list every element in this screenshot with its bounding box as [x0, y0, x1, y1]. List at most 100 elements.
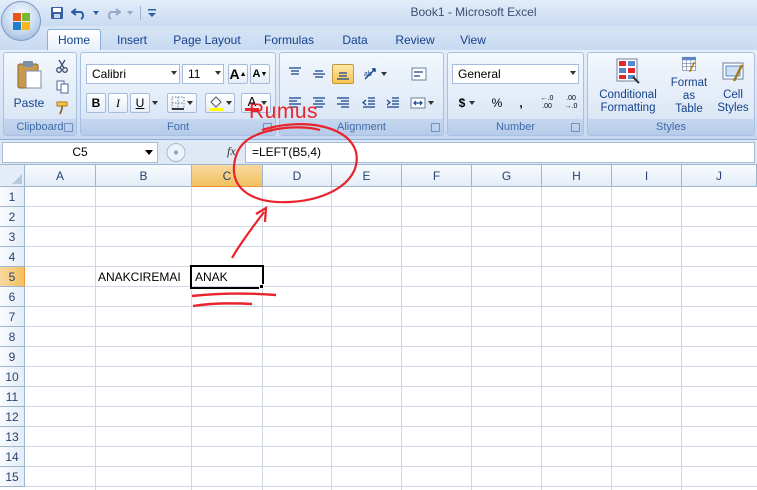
select-all-button[interactable] [0, 165, 25, 187]
bold-button[interactable]: B [86, 93, 106, 113]
orientation-icon[interactable]: ab [360, 64, 390, 84]
cell-c5[interactable]: ANAK [195, 267, 228, 287]
row-header-14[interactable]: 14 [0, 447, 25, 467]
column-header-i[interactable]: I [612, 165, 682, 187]
font-group: Calibri 11 A ▲ A ▼ B I U A Font [80, 52, 276, 136]
name-box[interactable]: C5 [2, 142, 158, 163]
increase-indent-icon[interactable] [382, 93, 404, 113]
alignment-launcher-icon[interactable] [431, 123, 440, 132]
formula-input[interactable]: =LEFT(B5,4) [245, 142, 755, 163]
row-header-10[interactable]: 10 [0, 367, 25, 387]
undo-icon[interactable] [70, 4, 88, 22]
tab-view[interactable]: View [452, 29, 494, 50]
cut-icon[interactable] [52, 56, 72, 76]
gridline [471, 187, 472, 490]
row-header-3[interactable]: 3 [0, 227, 25, 247]
tab-data[interactable]: Data [332, 29, 378, 50]
decrease-indent-icon[interactable] [358, 93, 380, 113]
column-header-h[interactable]: H [542, 165, 612, 187]
row-header-15[interactable]: 15 [0, 467, 25, 487]
gridline [191, 187, 192, 490]
underline-button[interactable]: U [130, 93, 150, 113]
cell-styles-label-2: Styles [717, 102, 749, 114]
column-header-a[interactable]: A [25, 165, 96, 187]
row-header-6[interactable]: 6 [0, 287, 25, 307]
number-format-combo[interactable]: General [452, 64, 579, 84]
tab-page-layout[interactable]: Page Layout [168, 29, 246, 50]
customize-qat-icon[interactable] [147, 4, 157, 22]
redo-dropdown-icon[interactable] [126, 4, 134, 22]
top-align-icon[interactable] [284, 64, 306, 84]
undo-dropdown-icon[interactable] [92, 4, 100, 22]
currency-button[interactable]: $ [452, 93, 482, 113]
ribbon-tabs: Home Insert Page Layout Formulas Data Re… [0, 26, 757, 50]
row-header-4[interactable]: 4 [0, 247, 25, 267]
format-painter-icon[interactable] [52, 98, 72, 118]
row-header-2[interactable]: 2 [0, 207, 25, 227]
increase-decimal-button[interactable]: ←.0 .00 [536, 93, 558, 113]
row-header-8[interactable]: 8 [0, 327, 25, 347]
paste-label: Paste [13, 96, 45, 110]
number-group-label: Number [448, 119, 583, 135]
font-family-combo[interactable]: Calibri [86, 64, 180, 84]
office-button[interactable] [1, 1, 41, 41]
font-launcher-icon[interactable] [263, 123, 272, 132]
tab-formulas[interactable]: Formulas [258, 29, 320, 50]
row-header-11[interactable]: 11 [0, 387, 25, 407]
row-header-9[interactable]: 9 [0, 347, 25, 367]
comma-button[interactable]: , [510, 93, 532, 113]
fill-handle[interactable] [259, 284, 264, 289]
column-header-e[interactable]: E [332, 165, 402, 187]
middle-align-icon[interactable] [308, 64, 330, 84]
conditional-formatting-icon [616, 58, 640, 84]
tab-review[interactable]: Review [388, 29, 442, 50]
styles-group: Conditional Formatting Format as Table C… [587, 52, 755, 136]
save-icon[interactable] [48, 4, 66, 22]
paste-button[interactable]: Paste [10, 56, 48, 114]
column-header-b[interactable]: B [96, 165, 192, 187]
redo-icon[interactable] [104, 4, 122, 22]
name-box-value: C5 [72, 145, 88, 159]
merge-center-icon[interactable] [407, 93, 437, 113]
shrink-font-button[interactable]: A ▼ [250, 64, 270, 84]
percent-button[interactable]: % [486, 93, 508, 113]
conditional-formatting-button[interactable]: Conditional Formatting [590, 55, 666, 117]
column-header-c[interactable]: C [192, 165, 263, 187]
wrap-text-icon[interactable] [407, 64, 431, 84]
number-launcher-icon[interactable] [571, 123, 580, 132]
borders-button[interactable] [167, 93, 197, 113]
bottom-align-icon[interactable] [332, 64, 354, 84]
office-logo-icon [13, 13, 30, 30]
tab-home[interactable]: Home [47, 29, 101, 50]
tab-insert[interactable]: Insert [108, 29, 156, 50]
column-header-f[interactable]: F [402, 165, 472, 187]
italic-button[interactable]: I [108, 93, 128, 113]
font-size-combo[interactable]: 11 [182, 64, 224, 84]
underline-dropdown-icon[interactable] [150, 93, 160, 113]
fill-color-button[interactable] [205, 93, 235, 113]
decrease-decimal-button[interactable]: .00 →.0 [560, 93, 582, 113]
gridline [25, 426, 757, 427]
column-header-g[interactable]: G [472, 165, 542, 187]
row-header-1[interactable]: 1 [0, 187, 25, 207]
row-header-13[interactable]: 13 [0, 427, 25, 447]
gridline [25, 326, 757, 327]
row-header-5[interactable]: 5 [0, 267, 25, 287]
cell-styles-button[interactable]: Cell Styles [712, 55, 754, 117]
grow-font-button[interactable]: A ▲ [228, 64, 248, 84]
row-header-7[interactable]: 7 [0, 307, 25, 327]
column-header-j[interactable]: J [682, 165, 757, 187]
format-as-table-button[interactable]: Format as Table [668, 55, 710, 117]
copy-icon[interactable] [52, 77, 72, 97]
insert-function-button[interactable]: fx [227, 144, 236, 159]
gridline [541, 187, 542, 490]
clipboard-group: Paste Clipboard [3, 52, 77, 136]
clipboard-launcher-icon[interactable] [64, 123, 73, 132]
worksheet-grid[interactable]: A B C D E F G H I J 1 2 3 4 5 6 7 8 9 10… [0, 165, 757, 490]
styles-group-label: Styles [588, 119, 754, 135]
align-right-icon[interactable] [332, 93, 354, 113]
cell-b5[interactable]: ANAKCIREMAI [98, 267, 181, 287]
formula-bar: C5 fx =LEFT(B5,4) [0, 140, 757, 165]
row-header-12[interactable]: 12 [0, 407, 25, 427]
column-header-d[interactable]: D [263, 165, 332, 187]
